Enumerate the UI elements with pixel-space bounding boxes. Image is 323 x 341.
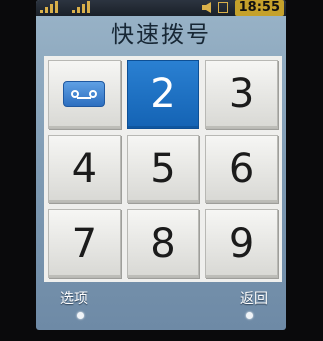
voicemail-icon [63,81,106,108]
key-5[interactable]: 5 [126,134,200,204]
key-8[interactable]: 8 [126,209,200,278]
battery-icon [218,2,228,13]
speaker-icon [202,2,211,13]
back-softkey[interactable]: 返回 [240,288,268,308]
key-3[interactable]: 3 [205,60,278,129]
right-softkey-indicator-icon [246,312,253,319]
left-softkey-indicator-icon [77,312,84,319]
status-bar: 18:55 [36,0,286,16]
key-4[interactable]: 4 [48,134,121,204]
speed-dial-keypad: 2 3 4 5 6 7 8 9 [44,56,282,282]
key-6[interactable]: 6 [205,134,278,204]
key-1-voicemail[interactable] [48,60,121,129]
key-7[interactable]: 7 [48,209,121,278]
options-softkey[interactable]: 选项 [60,288,88,308]
key-2[interactable]: 2 [126,60,200,129]
signal-strength-icon-2 [72,1,94,13]
key-9[interactable]: 9 [205,209,278,278]
signal-strength-icon [40,1,62,13]
page-title: 快速拨号 [111,22,211,48]
softkey-bar: 选项 返回 [36,284,286,330]
status-time: 18:55 [234,0,284,16]
phone-screen: 18:55 快速拨号 2 3 4 5 6 7 8 9 选项 返回 [36,0,286,330]
